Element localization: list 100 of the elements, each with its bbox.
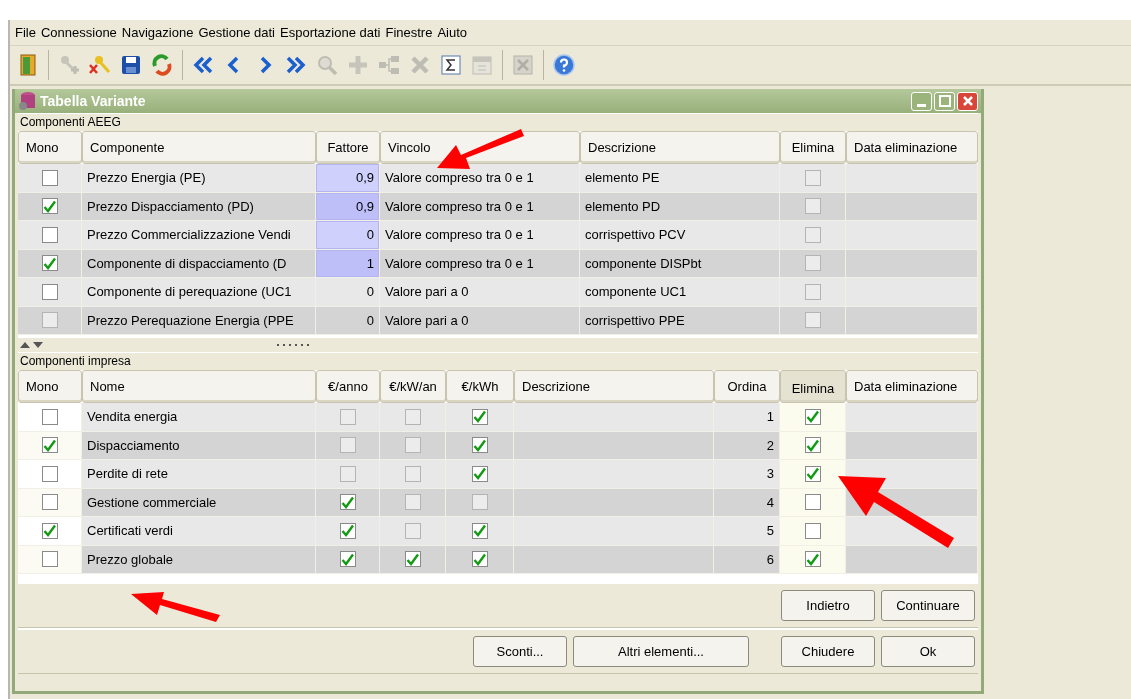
column-header[interactable]: Descrizione [514,370,714,403]
table-cell: 5 [714,517,780,546]
table-cell: Valore compreso tra 0 e 1 [380,192,580,221]
checkbox[interactable] [804,408,821,425]
checkbox[interactable] [471,465,488,482]
checkbox[interactable] [339,522,356,539]
checkbox[interactable] [41,226,58,243]
menu-item[interactable]: Navigazione [120,25,198,40]
checkbox[interactable] [404,494,421,511]
column-header[interactable]: Mono [18,131,82,164]
menu-item[interactable]: Connessione [39,25,121,40]
column-header[interactable]: Fattore [316,131,380,164]
checkbox[interactable] [41,283,58,300]
checkbox[interactable] [804,437,821,454]
nav-button[interactable]: Indietro [781,590,875,621]
table-cell: Vendita energia [82,403,316,432]
table-cell: 2 [714,431,780,460]
table-cell[interactable]: 0,9 [316,192,380,221]
checkbox[interactable] [41,408,58,425]
sigma-icon [439,53,463,77]
checkbox[interactable] [41,494,58,511]
checkbox[interactable] [41,551,58,568]
table-cell: Perdite di rete [82,460,316,489]
dialog-button[interactable]: Ok [881,636,975,667]
table-cell: Certificati verdi [82,517,316,546]
menu-item[interactable]: Esportazione dati [279,25,385,40]
column-header[interactable]: Vincolo [380,131,580,164]
checkbox[interactable] [804,312,821,329]
column-header[interactable]: Mono [18,370,82,403]
table-cell: Prezzo Perequazione Energia (PPE [82,306,316,335]
checkbox[interactable] [41,437,58,454]
checkbox[interactable] [404,551,421,568]
column-header[interactable]: Componente [82,131,316,164]
menu-item[interactable]: Aiuto [436,25,472,40]
table-cell[interactable]: 0,9 [316,164,380,193]
dialog-button[interactable]: Sconti... [473,636,567,667]
column-header[interactable]: €/anno [316,370,380,403]
table-cell: Valore compreso tra 0 e 1 [380,164,580,193]
checkbox[interactable] [41,169,58,186]
maximize-button[interactable] [934,91,955,111]
checkbox[interactable] [404,437,421,454]
column-header[interactable]: €/kWh [446,370,514,403]
column-header[interactable]: Elimina [780,131,846,164]
window-title: Tabella Variante [40,93,147,109]
checkbox[interactable] [404,408,421,425]
dialog-button[interactable]: Chiudere [781,636,875,667]
column-header[interactable]: Nome [82,370,316,403]
table-cell: Prezzo Dispacciamento (PD) [82,192,316,221]
checkbox[interactable] [339,465,356,482]
table-cell: Componente di dispacciamento (D [82,249,316,278]
checkbox[interactable] [41,522,58,539]
checkbox[interactable] [41,255,58,272]
checkbox[interactable] [804,198,821,215]
checkbox[interactable] [471,437,488,454]
dialog-button[interactable]: Altri elementi... [573,636,749,667]
table-cell[interactable]: 0 [316,306,380,335]
checkbox[interactable] [804,255,821,272]
checkbox[interactable] [804,522,821,539]
checkbox[interactable] [804,494,821,511]
checkbox[interactable] [471,551,488,568]
checkbox[interactable] [41,198,58,215]
search-icon [315,53,339,77]
checkbox[interactable] [804,551,821,568]
nav-button[interactable]: Continuare [881,590,975,621]
column-header[interactable]: Elimina [780,370,846,403]
checkbox[interactable] [471,408,488,425]
checkbox[interactable] [471,522,488,539]
table-cell[interactable]: 1 [316,249,380,278]
column-header[interactable]: Data eliminazione [846,370,978,403]
menu-item[interactable]: File [14,25,40,40]
column-header[interactable]: €/kW/an [380,370,446,403]
column-header[interactable]: Data eliminazione [846,131,978,164]
checkbox[interactable] [804,169,821,186]
table-cell: corrispettivo PPE [580,306,780,335]
menu-item[interactable]: Finestre [384,25,437,40]
checkbox[interactable] [804,226,821,243]
checkbox[interactable] [404,465,421,482]
column-header[interactable]: Ordina [714,370,780,403]
checkbox[interactable] [471,494,488,511]
close-button[interactable] [957,91,978,111]
menu-item[interactable]: Gestione dati [197,25,279,40]
calendar-icon [470,53,494,77]
checkbox[interactable] [41,465,58,482]
checkbox[interactable] [804,465,821,482]
table-cell[interactable]: 0 [316,221,380,250]
table-cell: Valore pari a 0 [380,278,580,307]
collapse-arrows-icon [20,341,44,349]
checkbox[interactable] [339,437,356,454]
column-header[interactable]: Descrizione [580,131,780,164]
maximize-icon [938,95,951,107]
checkbox[interactable] [339,551,356,568]
checkbox[interactable] [804,283,821,300]
minimize-button[interactable] [911,91,932,111]
checkbox[interactable] [339,408,356,425]
table-cell: Prezzo globale [82,545,316,574]
table-cell[interactable]: 0 [316,278,380,307]
checkbox[interactable] [404,522,421,539]
checkbox[interactable] [41,312,58,329]
table-cell: Prezzo Energia (PE) [82,164,316,193]
checkbox[interactable] [339,494,356,511]
